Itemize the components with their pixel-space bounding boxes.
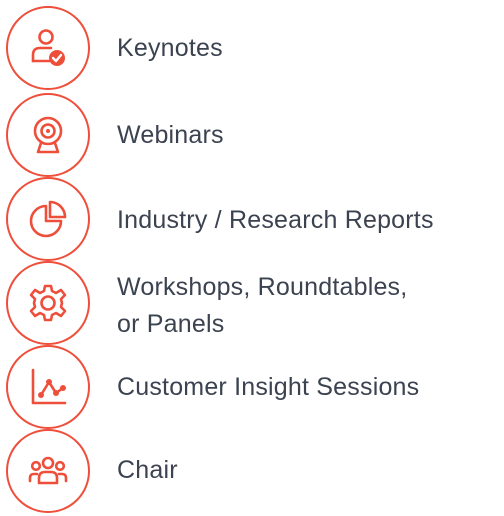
person-check-icon [31, 29, 65, 66]
item-label: Chair [117, 456, 178, 484]
item-label: Keynotes [117, 34, 223, 62]
icon-circle [6, 6, 90, 90]
list-item-reports: Industry / Research Reports [0, 177, 504, 261]
offerings-list: Keynotes Webinars Industry / Research Re… [0, 0, 504, 516]
icon-circle [6, 345, 90, 429]
icon-circle [6, 429, 90, 513]
list-item-workshops: Workshops, Roundtables, or Panels [0, 261, 504, 345]
icon-circle [6, 261, 90, 345]
pie-chart-icon [29, 200, 67, 238]
item-label: Industry / Research Reports [117, 206, 434, 234]
line-chart-icon [31, 368, 67, 405]
gear-icon [29, 284, 67, 322]
list-item-keynotes: Keynotes [0, 6, 504, 90]
list-item-customer-insight: Customer Insight Sessions [0, 345, 504, 429]
item-label-line-1: Workshops, Roundtables, [117, 273, 408, 301]
item-label: Webinars [117, 121, 224, 149]
webcam-icon [33, 116, 63, 154]
list-item-chair: Chair [0, 429, 504, 513]
list-item-webinars: Webinars [0, 93, 504, 177]
group-icon [28, 456, 68, 485]
item-label: Customer Insight Sessions [117, 373, 420, 401]
icon-circle [6, 177, 90, 261]
item-label-line-2: or Panels [117, 310, 225, 338]
icon-circle [6, 93, 90, 177]
